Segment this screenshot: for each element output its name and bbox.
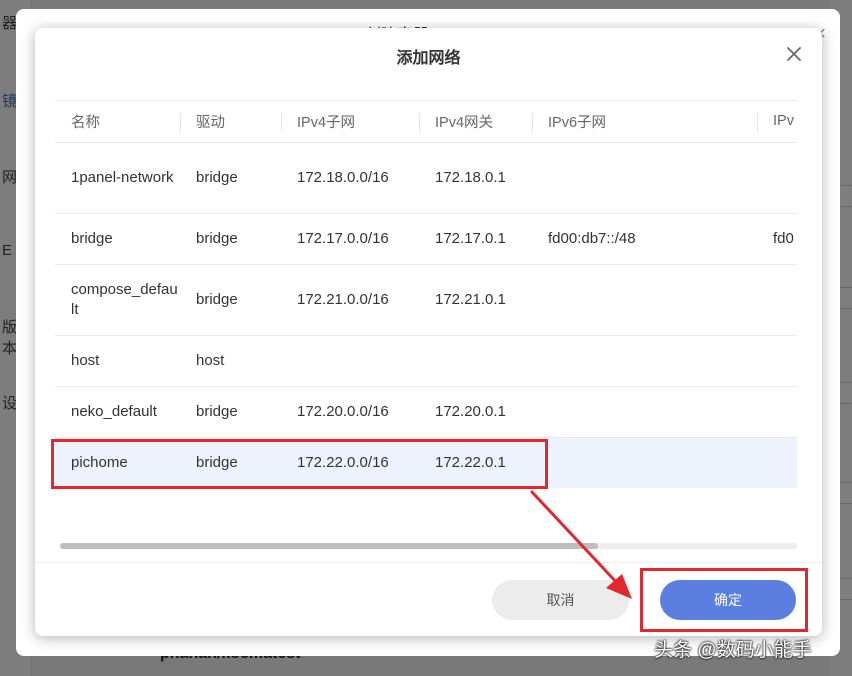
close-icon[interactable] bbox=[782, 42, 806, 66]
dialog-title: 添加网络 bbox=[396, 50, 461, 67]
cell-ipv4-gateway: 172.20.0.1 bbox=[419, 386, 532, 438]
add-network-dialog: 添加网络 名称 驱动 IPv4子网 IPv4网关 IPv6子网 IPv 1pan… bbox=[35, 28, 822, 636]
annotation-highlight-row bbox=[51, 439, 548, 489]
column-header-name: 名称 bbox=[55, 101, 180, 143]
annotation-highlight-confirm bbox=[640, 568, 808, 632]
cell-ipv6-subnet bbox=[532, 437, 757, 488]
cell-ipv4-gateway: 172.21.0.1 bbox=[419, 264, 532, 336]
cell-ipv4-gateway: 172.17.0.1 bbox=[419, 213, 532, 265]
table-row[interactable]: neko_default bridge 172.20.0.0/16 172.20… bbox=[55, 386, 797, 438]
cell-ipv4-subnet: 172.18.0.0/16 bbox=[281, 142, 419, 214]
column-header-ipv4-subnet: IPv4子网 bbox=[281, 101, 419, 143]
column-header-ipv4-gateway: IPv4网关 bbox=[419, 101, 532, 143]
table-row[interactable]: compose_default bridge 172.21.0.0/16 172… bbox=[55, 264, 797, 336]
cell-name: host bbox=[55, 335, 180, 387]
cell-ipv6-gateway: fd0 bbox=[757, 213, 797, 265]
cell-driver: host bbox=[180, 335, 281, 387]
cell-ipv4-gateway bbox=[419, 335, 532, 387]
cell-ipv4-subnet: 172.20.0.0/16 bbox=[281, 386, 419, 438]
scrollbar-thumb[interactable] bbox=[60, 543, 598, 549]
cell-driver: bridge bbox=[180, 213, 281, 265]
cell-ipv4-subnet: 172.21.0.0/16 bbox=[281, 264, 419, 336]
table-row[interactable]: host host bbox=[55, 335, 797, 387]
cell-ipv6-gateway bbox=[757, 386, 797, 438]
table-row[interactable]: bridge bridge 172.17.0.0/16 172.17.0.1 f… bbox=[55, 213, 797, 265]
watermark: 头条 @数码小能手 bbox=[654, 640, 812, 661]
cell-ipv6-subnet bbox=[532, 264, 757, 336]
cell-ipv6-gateway bbox=[757, 264, 797, 336]
cell-name: 1panel-network bbox=[55, 142, 180, 214]
cell-ipv6-subnet bbox=[532, 386, 757, 438]
cell-ipv6-gateway bbox=[757, 335, 797, 387]
cell-ipv6-gateway bbox=[757, 142, 797, 214]
cell-driver: bridge bbox=[180, 264, 281, 336]
cell-driver: bridge bbox=[180, 386, 281, 438]
network-table: 名称 驱动 IPv4子网 IPv4网关 IPv6子网 IPv 1panel-ne… bbox=[55, 100, 797, 488]
column-header-ipv6-gateway: IPv bbox=[757, 101, 797, 143]
cell-name: bridge bbox=[55, 213, 180, 265]
column-header-driver: 驱动 bbox=[180, 101, 281, 143]
horizontal-scrollbar[interactable] bbox=[60, 543, 797, 549]
cell-driver: bridge bbox=[180, 142, 281, 214]
cell-ipv4-subnet bbox=[281, 335, 419, 387]
table-header-row: 名称 驱动 IPv4子网 IPv4网关 IPv6子网 IPv bbox=[55, 101, 797, 143]
dialog-header: 添加网络 bbox=[35, 28, 822, 82]
cell-ipv6-subnet bbox=[532, 335, 757, 387]
cell-ipv6-gateway bbox=[757, 437, 797, 488]
cell-name: compose_default bbox=[55, 264, 180, 336]
table-row[interactable]: 1panel-network bridge 172.18.0.0/16 172.… bbox=[55, 142, 797, 214]
column-header-ipv6-subnet: IPv6子网 bbox=[532, 101, 757, 143]
cell-ipv6-subnet bbox=[532, 142, 757, 214]
cancel-button[interactable]: 取消 bbox=[492, 580, 629, 620]
cell-ipv4-gateway: 172.18.0.1 bbox=[419, 142, 532, 214]
cell-name: neko_default bbox=[55, 386, 180, 438]
cell-ipv4-subnet: 172.17.0.0/16 bbox=[281, 213, 419, 265]
cell-ipv6-subnet: fd00:db7::/48 bbox=[532, 213, 757, 265]
